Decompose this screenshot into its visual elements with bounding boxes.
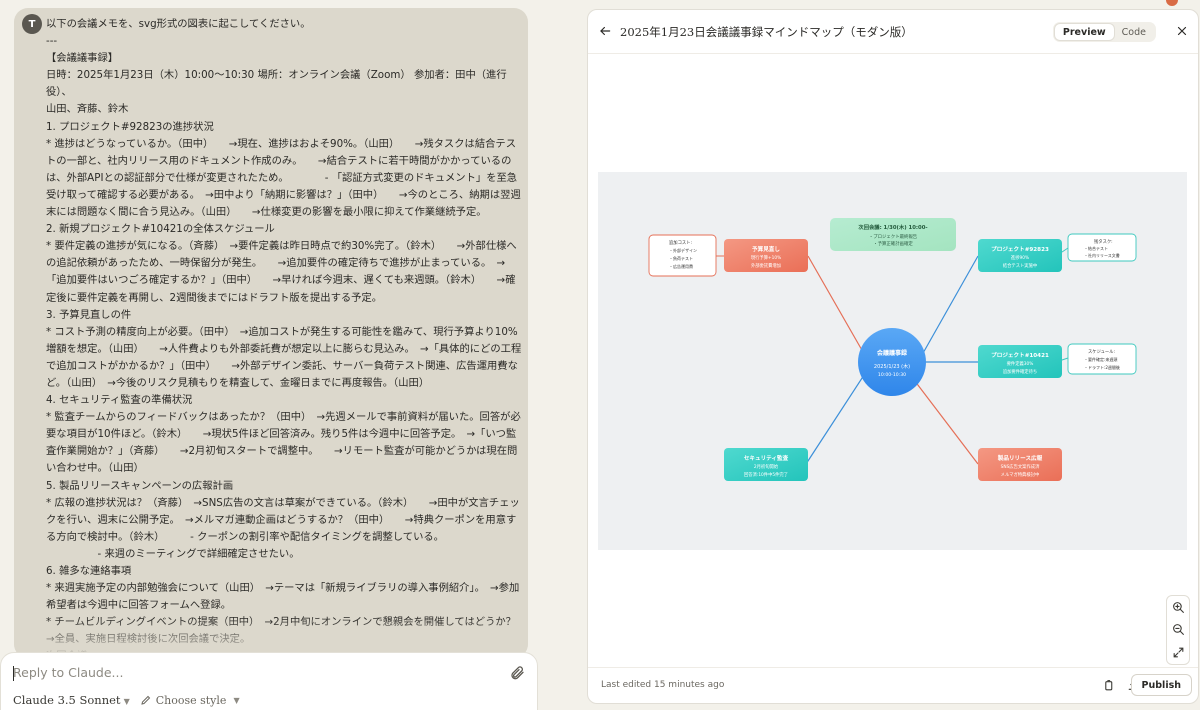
- message-line: 4. セキュリティ監査の準備状況: [46, 394, 193, 407]
- message-line: * 監査チームからのフィードバックはあったか？（田中） →先週メールで事前資料が…: [46, 411, 521, 475]
- message-text: 以下の会議メモを、svg形式の図表に起こしてください。 --- 【会議議事録】日時：…: [46, 16, 522, 658]
- publish-button[interactable]: Publish: [1130, 674, 1192, 696]
- choose-style-label: Choose style: [155, 693, 227, 707]
- message-line: 日時：2025年1月23日（木）10:00〜10:30 場所：オンライン会議（Z…: [46, 69, 507, 99]
- node-project-92823: プロジェクト#92823 進捗90% 結合テスト実施中: [978, 239, 1062, 272]
- node-line2: 追加要件確定待ち: [1003, 368, 1037, 375]
- note-line: ・広告運用費: [669, 263, 693, 269]
- artifact-header: 2025年1月23日会議議事録マインドマップ（モダン版） Preview Cod…: [588, 10, 1198, 54]
- note-line: ・外部デザイン: [669, 247, 697, 253]
- node-line1: 進捗90%: [1011, 254, 1029, 261]
- connector-release-pr: [907, 371, 979, 465]
- node-line2: メルマガ特典検討中: [1001, 471, 1040, 478]
- back-arrow-icon[interactable]: [598, 24, 612, 38]
- note-line: ・負荷テスト: [669, 255, 693, 261]
- close-icon[interactable]: [1176, 25, 1188, 37]
- center-title: 会議議事録: [877, 349, 908, 357]
- node-line2: 回答済:10件中5件完了: [744, 471, 788, 478]
- message-line: 5. 製品リリースキャンペーンの広報計画: [46, 479, 234, 492]
- chevron-down-icon: ▼: [123, 697, 130, 706]
- node-line1: 要件定義30%: [1007, 360, 1034, 367]
- next-meeting-title: 次回会議: 1/30(木) 10:00-: [858, 223, 927, 231]
- next-meeting-box: 次回会議: 1/30(木) 10:00- ・プロジェクト最終報告 ・予算正確計画…: [830, 218, 956, 251]
- message-line: 【会議議事録】: [46, 52, 119, 65]
- message-line: 2. 新規プロジェクト#10421の全体スケジュール: [46, 223, 275, 236]
- message-line: 以下の会議メモを、svg形式の図表に起こしてください。: [46, 18, 311, 30]
- node-line2: 結合テスト実施中: [1003, 262, 1037, 269]
- message-line: * 広報の進捗状況は？（斉藤） →SNS広告の文言は草案ができている。（鈴木） …: [46, 496, 520, 543]
- copy-icon[interactable]: [1102, 679, 1115, 692]
- center-time: 10:00-10:30: [878, 372, 906, 378]
- chat-panel: T 以下の会議メモを、svg形式の図表に起こしてください。 --- 【会議議事録】日…: [0, 0, 575, 710]
- message-line: 6. 雑多な連絡事項: [46, 565, 132, 577]
- message-line: 1. プロジェクト#92823の進捗状況: [46, 120, 214, 133]
- node-security: セキュリティ監査 2月初旬開始 回答済:10件中5件完了: [724, 448, 808, 481]
- message-line: * コスト予測の精度向上が必要。（田中） →追加コストが発生する可能性を鑑みて、…: [46, 325, 522, 389]
- connector-budget: [807, 255, 864, 353]
- artifact-title: 2025年1月23日会議議事録マインドマップ（モダン版）: [620, 25, 913, 39]
- pen-icon: [141, 695, 150, 705]
- node-title: 予算見直し: [752, 245, 780, 253]
- user-message: T 以下の会議メモを、svg形式の図表に起こしてください。 --- 【会議議事録】日…: [14, 8, 528, 658]
- zoom-in-icon[interactable]: [1172, 601, 1185, 614]
- model-selector[interactable]: Claude 3.5 Sonnet ▼: [13, 693, 130, 707]
- artifact-footer: Last edited 15 minutes ago Publish: [588, 667, 1198, 703]
- user-avatar: T: [22, 14, 42, 34]
- node-line2: 外部委託費増加: [751, 262, 781, 269]
- node-title: セキュリティ監査: [744, 454, 789, 462]
- profile-avatar[interactable]: [1166, 0, 1178, 6]
- mindmap-canvas: 次回会議: 1/30(木) 10:00- ・プロジェクト最終報告 ・予算正確計画…: [598, 172, 1187, 550]
- message-line: ---: [46, 35, 58, 48]
- note-title: スケジュール:: [1088, 348, 1115, 355]
- node-budget: 予算見直し 現行予算+10% 外部委託費増加: [724, 239, 808, 272]
- note-line: ・社内リリース文書: [1084, 252, 1120, 258]
- reply-input[interactable]: Reply to Claude...: [13, 665, 123, 680]
- node-title: 製品リリース広報: [998, 454, 1043, 462]
- mindmap-svg: 次回会議: 1/30(木) 10:00- ・プロジェクト最終報告 ・予算正確計画…: [648, 218, 1137, 481]
- composer: Reply to Claude... Claude 3.5 Sonnet ▼ Ch…: [0, 652, 538, 710]
- note-line: ・結合テスト: [1084, 245, 1108, 251]
- expand-icon[interactable]: [1172, 646, 1185, 659]
- center-node: 会議議事録 2025/1/23 (木) 10:00-10:30: [858, 328, 926, 396]
- next-meeting-line2: ・予算正確計画確定: [873, 240, 913, 247]
- node-line1: 2月初旬開始: [754, 463, 779, 470]
- note-budget: 追加コスト: ・外部デザイン ・負荷テスト ・広告運用費: [648, 234, 717, 277]
- message-line: 山田、斉藤、鈴木: [46, 103, 129, 116]
- message-line: * 進捗はどうなっているか。（田中） →現在、進捗はおよそ90%。（山田） →残…: [46, 137, 521, 219]
- artifact-panel: 2025年1月23日会議議事録マインドマップ（モダン版） Preview Cod…: [587, 9, 1199, 704]
- node-project-10421: プロジェクト#10421 要件定義30% 追加要件確定待ち: [978, 345, 1062, 378]
- note-line: ・ドラフト:2週間後: [1084, 364, 1120, 370]
- view-toggle: Preview Code: [1052, 22, 1156, 42]
- zoom-controls: [1166, 595, 1190, 665]
- node-release-pr: 製品リリース広報 SNS広告文案作成済 メルマガ特典検討中: [978, 448, 1062, 481]
- tab-code[interactable]: Code: [1114, 24, 1154, 40]
- message-line: 3. 予算見直しの件: [46, 308, 132, 321]
- node-title: プロジェクト#10421: [991, 351, 1049, 359]
- note-project-92823: 残タスク: ・結合テスト ・社内リリース文書: [1067, 233, 1137, 262]
- last-edited: Last edited 15 minutes ago: [601, 680, 725, 690]
- node-line1: 現行予算+10%: [751, 254, 781, 261]
- center-date: 2025/1/23 (木): [874, 363, 910, 370]
- note-line: ・要件確定:来週頭: [1084, 356, 1117, 362]
- chevron-down-icon: ▼: [233, 695, 240, 705]
- node-title: プロジェクト#92823: [991, 245, 1049, 253]
- message-line: - 来週のミーティングで詳細確定させたい。: [46, 547, 300, 560]
- connector-security: [805, 371, 867, 465]
- next-meeting-line1: ・プロジェクト最終報告: [869, 233, 918, 240]
- paperclip-icon[interactable]: [509, 665, 525, 681]
- choose-style-button[interactable]: Choose style ▼: [140, 694, 240, 707]
- message-line: * 来週実施予定の内部勉強会について（山田） →テーマは「新規ライブラリの導入事…: [46, 582, 520, 612]
- zoom-out-icon[interactable]: [1172, 623, 1185, 636]
- model-row: Claude 3.5 Sonnet ▼ Choose style ▼: [13, 693, 240, 707]
- note-project-10421: スケジュール: ・要件確定:来週頭 ・ドラフト:2週間後: [1067, 343, 1137, 375]
- message-line: * 要件定義の進捗が気になる。（斉藤） →要件定義は昨日時点で約30%完了。（鈴…: [46, 240, 517, 304]
- note-title: 残タスク:: [1094, 238, 1113, 245]
- connector-project-92823: [917, 255, 979, 363]
- tab-preview[interactable]: Preview: [1054, 24, 1114, 40]
- node-line1: SNS広告文案作成済: [1001, 463, 1040, 470]
- note-title: 追加コスト:: [669, 239, 692, 246]
